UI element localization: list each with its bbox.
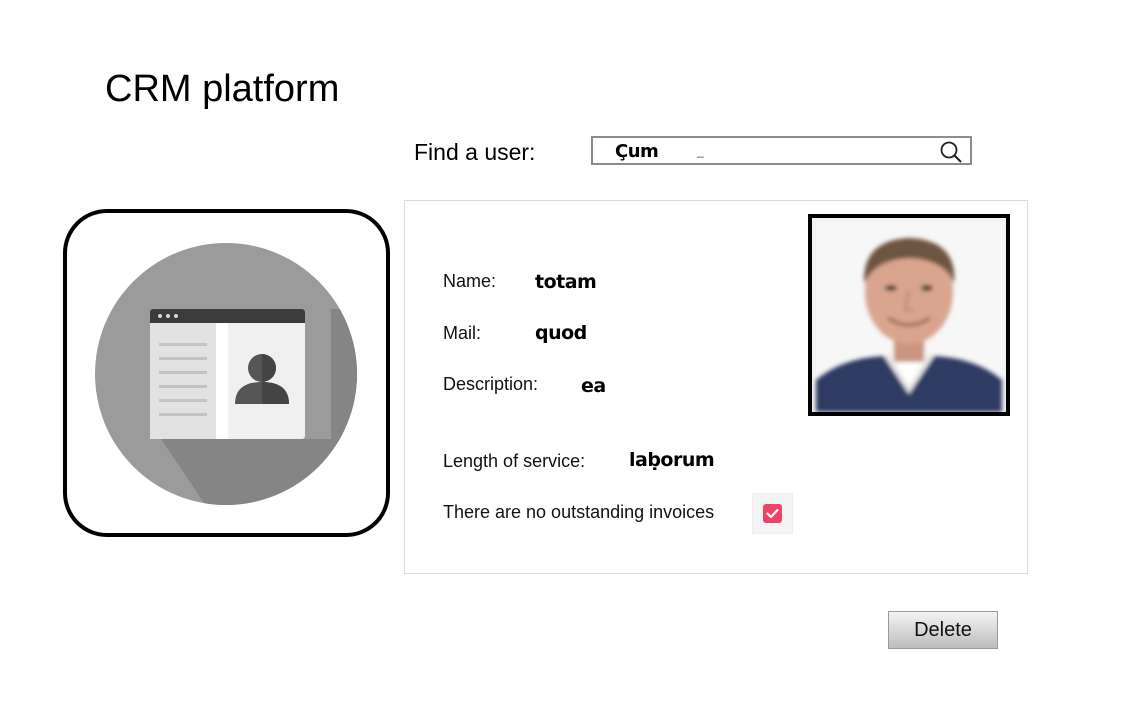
- user-avatar-panel: [63, 209, 390, 537]
- contact-card-icon: [95, 243, 357, 505]
- name-label: Name:: [443, 271, 497, 291]
- search-input[interactable]: Çum _: [591, 136, 972, 165]
- checkbox-checked[interactable]: [763, 504, 782, 523]
- length-of-service-value: laḅorum: [629, 449, 715, 471]
- user-photo: [808, 214, 1010, 416]
- search-input-value[interactable]: Çum: [615, 141, 659, 163]
- description-label: Description:: [443, 374, 539, 394]
- checkmark-icon: [766, 508, 779, 519]
- find-user-label: Find a user:: [414, 139, 536, 165]
- description-value: ea: [581, 375, 606, 397]
- invoices-checkbox[interactable]: [752, 493, 793, 534]
- user-photo-image: [812, 218, 1006, 412]
- invoices-label: There are no outstanding invoices: [443, 502, 715, 522]
- delete-button[interactable]: Delete: [888, 611, 998, 649]
- mail-value: quod: [535, 322, 587, 344]
- mail-label: Mail:: [443, 323, 482, 343]
- length-of-service-label: Length of service:: [443, 451, 586, 471]
- app-title: CRM platform: [105, 68, 340, 110]
- text-cursor: _: [697, 144, 704, 158]
- name-value: totam: [535, 271, 597, 293]
- search-icon[interactable]: [939, 140, 963, 164]
